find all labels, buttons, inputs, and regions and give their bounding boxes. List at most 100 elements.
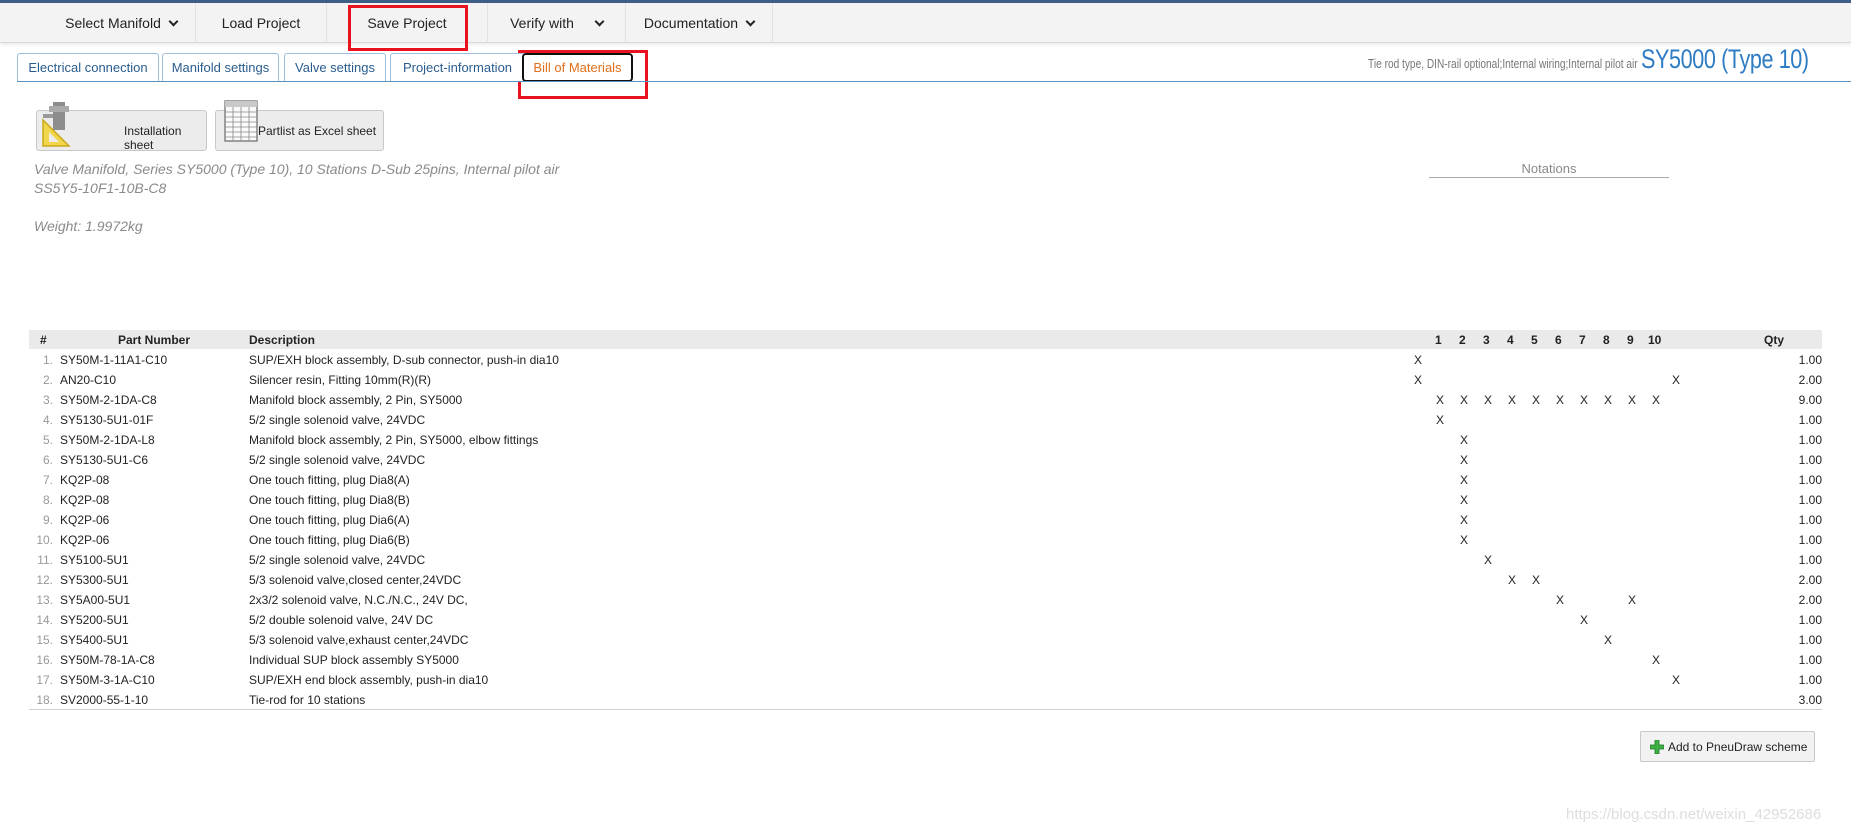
verify-with-menu[interactable]: Verify with [488, 3, 626, 43]
quantity: 1.00 [1798, 473, 1822, 487]
station-mark: X [1413, 373, 1422, 387]
row-number: 6. [42, 453, 53, 467]
manifold-description: Valve Manifold, Series SY5000 (Type 10),… [34, 161, 560, 177]
part-number: AN20-C10 [60, 373, 117, 387]
tab-manifold-settings[interactable]: Manifold settings [162, 53, 279, 82]
quantity: 1.00 [1798, 493, 1822, 507]
table-row: 12. SY5300-5U1 5/3 solenoid valve,closed c… [29, 570, 1822, 590]
table-row: 1. SY50M-1-11A1-C10 SUP/EXH block assembly… [29, 350, 1822, 370]
table-row: 16. SY50M-78-1A-C8 Individual SUP block as… [29, 650, 1822, 670]
part-description: One touch fitting, plug Dia6(B) [249, 533, 410, 547]
part-description: Manifold block assembly, 2 Pin, SY5000, … [249, 433, 539, 447]
partlist-excel-label: Partlist as Excel sheet [258, 124, 377, 138]
tab-underline [17, 81, 1851, 82]
partlist-excel-button[interactable]: Partlist as Excel sheet [215, 100, 384, 151]
installation-sheet-icon [42, 102, 71, 147]
part-number: SV2000-55-1-10 [60, 693, 149, 707]
verify-with-label: Verify with [510, 15, 574, 31]
row-number: 9. [42, 513, 53, 527]
part-number: KQ2P-06 [60, 513, 110, 527]
station-mark: X [1603, 393, 1612, 407]
station-mark: X [1651, 653, 1660, 667]
table-row: 3. SY50M-2-1DA-C8 Manifold block assembly,… [29, 390, 1822, 410]
station-mark: X [1483, 553, 1492, 567]
plus-icon [1650, 740, 1664, 754]
table-row: 11. SY5100-5U1 5/2 single solenoid valve, … [29, 550, 1822, 570]
quantity: 1.00 [1798, 553, 1822, 567]
part-number: SY5130-5U1-01F [60, 413, 154, 427]
part-number: SY50M-3-1A-C10 [60, 673, 155, 687]
part-number: KQ2P-08 [60, 493, 110, 507]
part-number: SY5400-5U1 [60, 633, 129, 647]
part-description: 5/3 solenoid valve,closed center,24VDC [249, 573, 462, 587]
station-mark: X [1627, 593, 1636, 607]
quantity: 9.00 [1798, 393, 1822, 407]
type-details: Tie rod type, DIN-rail optional;Internal… [1368, 56, 1639, 71]
table-row: 14. SY5200-5U1 5/2 double solenoid valve, … [29, 610, 1822, 630]
installation-sheet-button[interactable]: Installation sheet [36, 102, 207, 152]
select-manifold-menu[interactable]: Select Manifold [47, 3, 196, 43]
table-row: 17. SY50M-3-1A-C10 SUP/EXH end block assem… [29, 670, 1822, 690]
header-station-5: 5 [1531, 333, 1538, 347]
station-mark: X [1507, 573, 1516, 587]
row-number: 10. [36, 533, 53, 547]
header-station-8: 8 [1603, 333, 1610, 347]
part-number: SY50M-2-1DA-L8 [60, 433, 155, 447]
quantity: 1.00 [1798, 413, 1822, 427]
part-description: Silencer resin, Fitting 10mm(R)(R) [249, 373, 432, 387]
part-description: SUP/EXH end block assembly, push-in dia1… [249, 673, 489, 687]
row-number: 7. [42, 473, 53, 487]
part-description: 2x3/2 solenoid valve, N.C./N.C., 24V DC, [249, 593, 468, 607]
header-station-4: 4 [1507, 333, 1514, 347]
row-number: 2. [42, 373, 53, 387]
part-description: 5/2 single solenoid valve, 24VDC [249, 453, 426, 467]
quantity: 2.00 [1798, 593, 1822, 607]
part-description: One touch fitting, plug Dia8(A) [249, 473, 410, 487]
quantity: 1.00 [1798, 513, 1822, 527]
part-number: SY5130-5U1-C6 [60, 453, 149, 467]
part-description: SUP/EXH block assembly, D-sub connector,… [249, 353, 559, 367]
row-number: 16. [36, 653, 53, 667]
bom-table-header: # Part Number Description 1 2 3 4 5 6 7 … [29, 330, 1822, 349]
table-row: 10. KQ2P-06 One touch fitting, plug Dia6(B… [29, 530, 1822, 550]
station-mark: X [1459, 533, 1468, 547]
row-number: 4. [42, 413, 53, 427]
station-mark: X [1531, 393, 1540, 407]
bom-table-bottom-border [29, 709, 1822, 710]
station-mark: X [1459, 393, 1468, 407]
header-station-3: 3 [1483, 333, 1490, 347]
tab-bill-of-materials[interactable]: Bill of Materials [522, 53, 633, 82]
station-mark: X [1413, 353, 1422, 367]
quantity: 2.00 [1798, 573, 1822, 587]
watermark: https://blog.csdn.net/weixin_42952686 [1566, 806, 1822, 823]
quantity: 1.00 [1798, 673, 1822, 687]
table-row: 13. SY5A00-5U1 2x3/2 solenoid valve, N.C./… [29, 590, 1822, 610]
part-number: SY5300-5U1 [60, 573, 129, 587]
tab-project-information[interactable]: Project-information [390, 53, 525, 82]
quantity: 1.00 [1798, 433, 1822, 447]
weight-text: Weight: 1.9972kg [34, 218, 143, 234]
load-project-label: Load Project [221, 15, 301, 31]
tab-valve-settings[interactable]: Valve settings [284, 53, 386, 82]
documentation-menu[interactable]: Documentation [626, 3, 773, 43]
station-mark: X [1531, 573, 1540, 587]
station-mark: X [1555, 593, 1564, 607]
tab-electrical-connection[interactable]: Electrical connection [17, 53, 159, 82]
part-number: SY5200-5U1 [60, 613, 129, 627]
table-row: 5. SY50M-2-1DA-L8 Manifold block assembly,… [29, 430, 1822, 450]
table-row: 4. SY5130-5U1-01F 5/2 single solenoid valv… [29, 410, 1822, 430]
add-to-pneudraw-button[interactable]: Add to PneuDraw scheme [1640, 731, 1815, 762]
select-manifold-label: Select Manifold [65, 15, 161, 31]
quantity: 1.00 [1798, 533, 1822, 547]
header-station-1: 1 [1435, 333, 1442, 347]
part-description: Tie-rod for 10 stations [249, 693, 366, 707]
part-description: One touch fitting, plug Dia6(A) [249, 513, 410, 527]
order-code: SS5Y5-10F1-10B-C8 [34, 180, 167, 196]
station-mark: X [1435, 413, 1444, 427]
add-to-pneudraw-label: Add to PneuDraw scheme [1668, 740, 1808, 754]
row-number: 14. [36, 613, 53, 627]
table-row: 6. SY5130-5U1-C6 5/2 single solenoid valve… [29, 450, 1822, 470]
part-description: Individual SUP block assembly SY5000 [249, 653, 459, 667]
table-row: 9. KQ2P-06 One touch fitting, plug Dia6(A)… [29, 510, 1822, 530]
load-project-button[interactable]: Load Project [196, 3, 327, 43]
